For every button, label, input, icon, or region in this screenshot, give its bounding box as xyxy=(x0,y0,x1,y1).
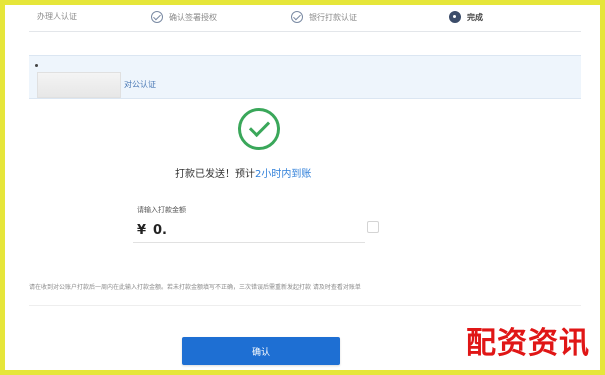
amount-input[interactable]: ¥ 0. xyxy=(133,219,365,243)
banner-label: 对公认证 xyxy=(124,80,156,89)
help-icon[interactable] xyxy=(367,221,379,233)
info-banner: 对公认证 xyxy=(29,55,581,99)
page-frame: 办理人认证 确认签署授权 银行打款认证 完成 对公认证 打款已发送！预计2小时内… xyxy=(0,0,605,375)
step-label: 完成 xyxy=(467,12,483,22)
amount-value: 0. xyxy=(153,223,167,238)
step-1: 办理人认证 xyxy=(37,11,77,22)
watermark-text: 配资资讯 xyxy=(466,326,590,361)
bullet-icon xyxy=(35,64,38,67)
current-step-icon xyxy=(449,11,461,23)
bank-thumbnail xyxy=(37,72,121,98)
result-message-text: 打款已发送！预计 xyxy=(175,169,255,180)
step-4: 完成 xyxy=(449,11,483,23)
check-circle-icon xyxy=(291,11,303,23)
success-check-icon xyxy=(238,108,280,150)
step-2: 确认签署授权 xyxy=(151,11,217,23)
notice-text: 请在收到对公账户打款后一周内在此输入打款金额。若未打款金额填写不正确，三次错误后… xyxy=(29,284,361,291)
check-circle-icon xyxy=(151,11,163,23)
currency-symbol: ¥ xyxy=(137,223,147,238)
step-label: 银行打款认证 xyxy=(309,12,357,22)
divider xyxy=(29,31,581,32)
step-3: 银行打款认证 xyxy=(291,11,357,23)
result-message-link[interactable]: 2小时内到账 xyxy=(255,169,311,180)
amount-label: 请输入打款金额 xyxy=(137,206,186,214)
result-message: 打款已发送！预计2小时内到账 xyxy=(175,165,435,180)
step-label: 办理人认证 xyxy=(37,12,77,21)
divider xyxy=(29,305,581,306)
progress-steps: 办理人认证 确认签署授权 银行打款认证 完成 xyxy=(29,11,589,29)
step-label: 确认签署授权 xyxy=(169,12,217,22)
confirm-button[interactable]: 确认 xyxy=(182,337,340,365)
